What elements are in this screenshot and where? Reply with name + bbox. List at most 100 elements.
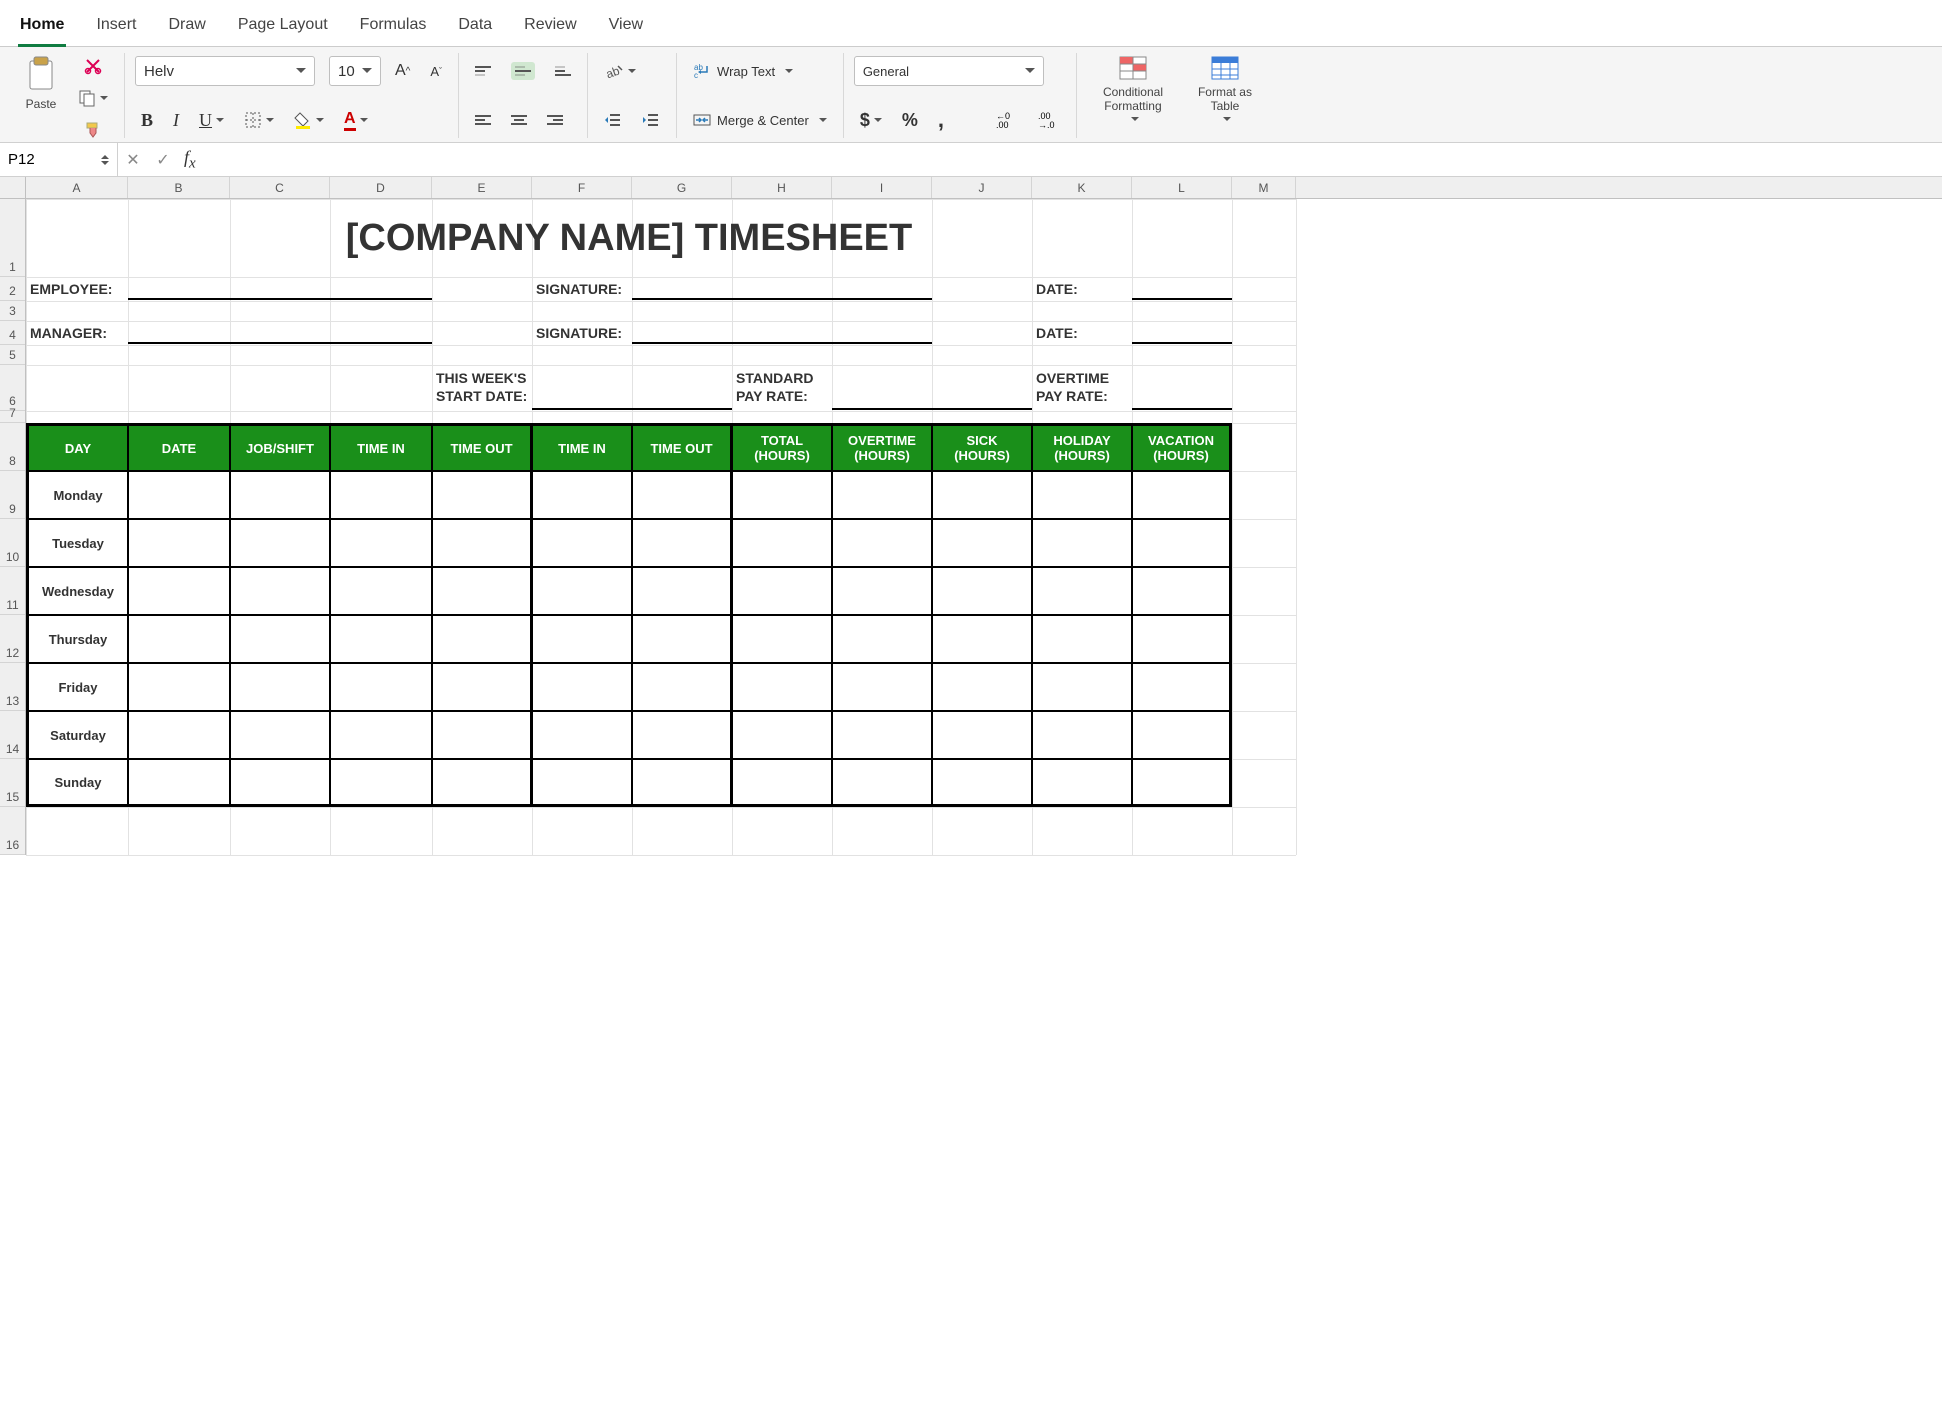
bold-button[interactable]: B [135,106,159,135]
ts-cell-r2-c3[interactable] [330,567,432,615]
ts-cell-r2-c2[interactable] [230,567,330,615]
ts-cell-r1-c9[interactable] [932,519,1032,567]
borders-button[interactable] [238,107,280,133]
wrap-text-button[interactable]: abc Wrap Text [687,58,799,84]
col-header-K[interactable]: K [1032,177,1132,198]
fill-color-button[interactable] [288,107,330,133]
ts-cell-r2-c9[interactable] [932,567,1032,615]
orientation-button[interactable]: ab [598,58,642,84]
ts-cell-r6-c8[interactable] [832,759,932,807]
ts-cell-r4-c6[interactable] [632,663,732,711]
ts-cell-r0-c3[interactable] [330,471,432,519]
ts-cell-r5-c7[interactable] [732,711,832,759]
increase-indent-button[interactable] [636,108,666,132]
paste-button[interactable]: Paste [18,53,64,113]
ts-cell-r0-c5[interactable] [532,471,632,519]
ts-cell-r6-c7[interactable] [732,759,832,807]
ts-cell-r4-c3[interactable] [330,663,432,711]
font-color-button[interactable]: A [338,106,374,135]
ts-cell-r3-c7[interactable] [732,615,832,663]
ts-cell-r5-c11[interactable] [1132,711,1232,759]
col-header-B[interactable]: B [128,177,230,198]
ts-cell-r4-c4[interactable] [432,663,532,711]
italic-button[interactable]: I [167,106,185,135]
row-header-16[interactable]: 16 [0,807,25,855]
tab-draw[interactable]: Draw [166,10,207,46]
ts-cell-r5-c5[interactable] [532,711,632,759]
ts-cell-r6-c10[interactable] [1032,759,1132,807]
tab-data[interactable]: Data [456,10,494,46]
ts-cell-r3-c5[interactable] [532,615,632,663]
col-header-C[interactable]: C [230,177,330,198]
ts-cell-r5-c4[interactable] [432,711,532,759]
ts-cell-r2-c4[interactable] [432,567,532,615]
decrease-decimal-button[interactable]: .00→.0 [1030,106,1066,134]
align-bottom-button[interactable] [549,62,577,80]
ts-cell-r2-c6[interactable] [632,567,732,615]
ts-cell-r1-c6[interactable] [632,519,732,567]
align-right-button[interactable] [541,111,569,129]
ts-cell-r6-c1[interactable] [128,759,230,807]
ts-cell-r0-c2[interactable] [230,471,330,519]
ts-cell-r0-c4[interactable] [432,471,532,519]
ts-cell-r4-c7[interactable] [732,663,832,711]
row-header-10[interactable]: 10 [0,519,25,567]
ts-cell-r1-c11[interactable] [1132,519,1232,567]
ts-cell-r3-c9[interactable] [932,615,1032,663]
align-top-button[interactable] [469,62,497,80]
col-header-M[interactable]: M [1232,177,1296,198]
ts-cell-r0-c1[interactable] [128,471,230,519]
conditional-formatting-button[interactable]: Conditional Formatting [1087,53,1179,138]
tab-page-layout[interactable]: Page Layout [236,10,330,46]
underline-button[interactable]: U [193,106,230,135]
tab-insert[interactable]: Insert [94,10,138,46]
row-header-3[interactable]: 3 [0,301,25,321]
ts-cell-r2-c10[interactable] [1032,567,1132,615]
ts-cell-r1-c2[interactable] [230,519,330,567]
ts-cell-r2-c11[interactable] [1132,567,1232,615]
ts-cell-r3-c3[interactable] [330,615,432,663]
col-header-J[interactable]: J [932,177,1032,198]
ts-cell-r5-c9[interactable] [932,711,1032,759]
col-header-H[interactable]: H [732,177,832,198]
merge-center-button[interactable]: Merge & Center [687,107,833,133]
comma-button[interactable]: , [932,103,950,137]
col-header-L[interactable]: L [1132,177,1232,198]
col-header-G[interactable]: G [632,177,732,198]
decrease-font-button[interactable]: Aˇ [424,60,448,83]
formula-input[interactable] [202,143,1942,176]
ts-cell-r3-c4[interactable] [432,615,532,663]
ts-cell-r2-c1[interactable] [128,567,230,615]
ts-cell-r3-c11[interactable] [1132,615,1232,663]
ts-cell-r2-c7[interactable] [732,567,832,615]
increase-decimal-button[interactable]: ←0.00 [986,106,1022,134]
accept-formula-button[interactable]: ✓ [148,150,178,170]
row-header-12[interactable]: 12 [0,615,25,663]
ts-cell-r4-c11[interactable] [1132,663,1232,711]
row-header-4[interactable]: 4 [0,321,25,345]
ts-cell-r6-c5[interactable] [532,759,632,807]
row-header-15[interactable]: 15 [0,759,25,807]
row-header-6[interactable]: 6 [0,365,25,411]
ts-cell-r5-c8[interactable] [832,711,932,759]
font-size-select[interactable]: 10 [329,56,381,86]
ts-cell-r6-c9[interactable] [932,759,1032,807]
decrease-indent-button[interactable] [598,108,628,132]
ts-cell-r0-c8[interactable] [832,471,932,519]
select-all-corner[interactable] [0,177,26,198]
ts-cell-r5-c1[interactable] [128,711,230,759]
align-left-button[interactable] [469,111,497,129]
tab-home[interactable]: Home [18,10,66,47]
ts-cell-r6-c6[interactable] [632,759,732,807]
cancel-formula-button[interactable]: ✕ [118,150,148,170]
currency-button[interactable]: $ [854,106,888,135]
tab-formulas[interactable]: Formulas [358,10,429,46]
row-header-1[interactable]: 1 [0,199,25,277]
tab-review[interactable]: Review [522,10,578,46]
ts-cell-r0-c6[interactable] [632,471,732,519]
ts-cell-r4-c5[interactable] [532,663,632,711]
row-header-13[interactable]: 13 [0,663,25,711]
ts-cell-r6-c2[interactable] [230,759,330,807]
col-header-A[interactable]: A [26,177,128,198]
percent-button[interactable]: % [896,106,924,135]
